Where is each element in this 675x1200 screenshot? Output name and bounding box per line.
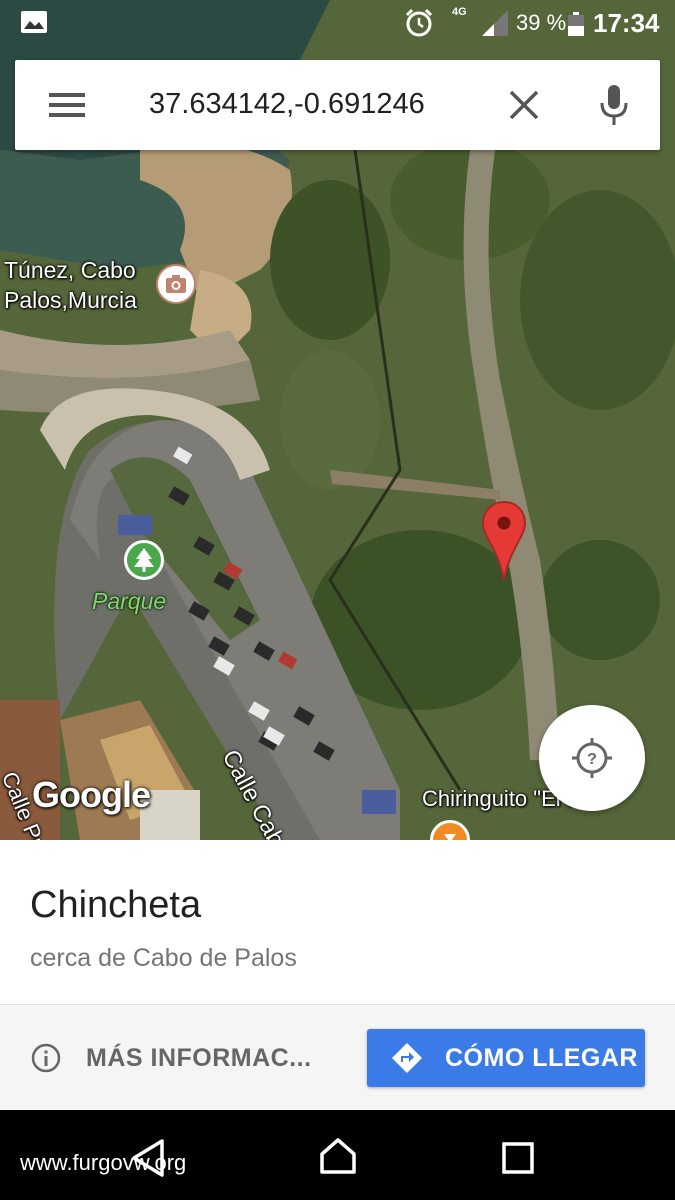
battery-percent: 39 % <box>516 10 567 35</box>
park-tree-icon[interactable] <box>124 540 164 580</box>
menu-icon[interactable] <box>49 90 85 120</box>
signal-icon <box>482 10 508 36</box>
status-bar: 4G 39 % 17:34 <box>0 0 675 48</box>
directions-icon <box>392 1043 422 1073</box>
more-info-label: MÁS INFORMAC... <box>86 1043 312 1072</box>
directions-label: CÓMO LLEGAR <box>445 1043 638 1072</box>
place-title: Chincheta <box>30 884 202 926</box>
camera-poi-icon[interactable] <box>156 264 196 304</box>
more-info-button[interactable]: MÁS INFORMAC... <box>30 1005 312 1111</box>
park-label[interactable]: Parque <box>92 588 166 615</box>
watermark-text: www.furgovw.org <box>20 1150 187 1175</box>
directions-button[interactable]: CÓMO LLEGAR <box>367 1029 645 1087</box>
place-label[interactable]: Túnez, Cabo Palos,Murcia <box>4 255 164 315</box>
recents-icon[interactable] <box>502 1142 534 1174</box>
search-bar[interactable]: 37.634142,-0.691246 <box>15 60 660 150</box>
alarm-icon <box>405 8 433 37</box>
my-location-button[interactable]: ? <box>539 705 645 811</box>
action-bar: MÁS INFORMAC... CÓMO LLEGAR <box>0 1004 675 1111</box>
search-query[interactable]: 37.634142,-0.691246 <box>149 88 425 121</box>
google-logo: Google <box>32 774 151 815</box>
network-type: 4G <box>452 6 467 18</box>
image-notification-icon <box>21 11 47 33</box>
place-subtitle: cerca de Cabo de Palos <box>30 944 297 972</box>
clock: 17:34 <box>593 8 660 38</box>
svg-text:?: ? <box>587 751 597 768</box>
place-sheet[interactable]: Chincheta cerca de Cabo de Palos MÁS INF… <box>0 840 675 1111</box>
mic-icon[interactable] <box>599 84 629 126</box>
home-icon[interactable] <box>318 1136 358 1176</box>
battery-icon <box>568 12 584 36</box>
location-unknown-icon: ? <box>572 738 612 778</box>
dropped-pin-icon[interactable] <box>480 500 528 582</box>
info-icon <box>31 1043 61 1073</box>
close-icon[interactable] <box>507 88 541 122</box>
